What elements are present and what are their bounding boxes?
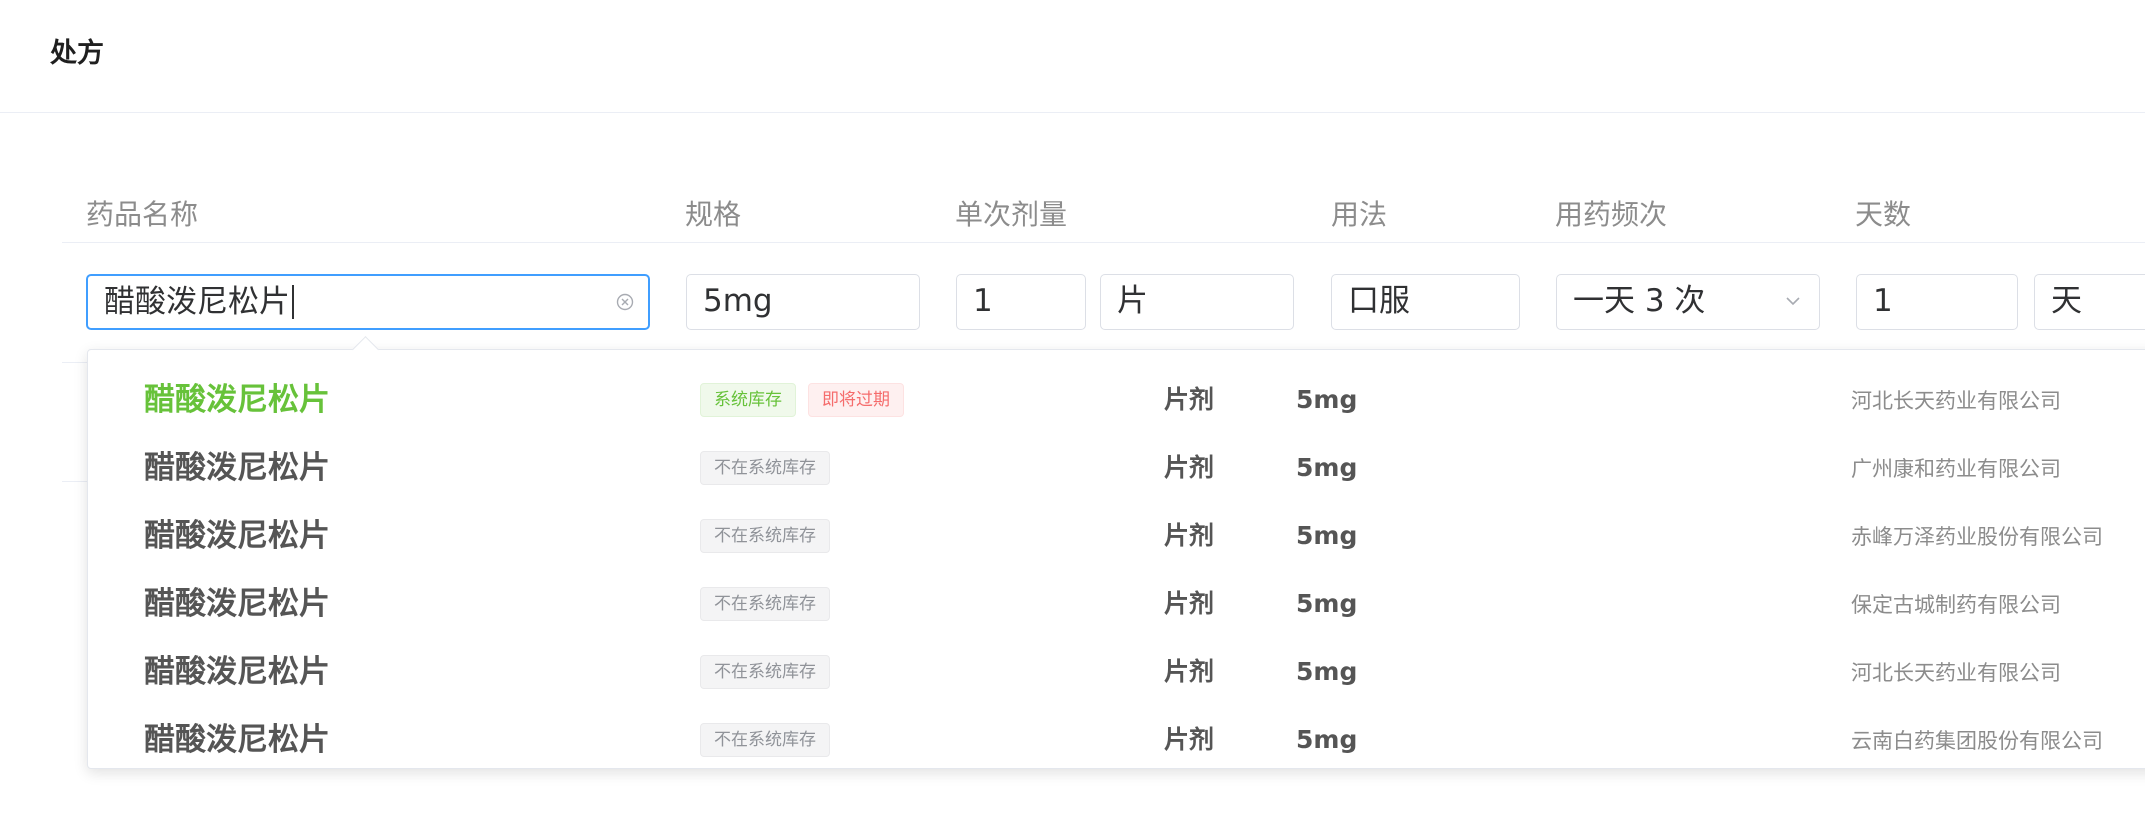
option-manufacturer: 广州康和药业有限公司 [1851, 457, 2061, 481]
dose-unit-input[interactable]: 片 [1100, 274, 1294, 330]
dropdown-option[interactable]: 醋酸泼尼松片 不在系统库存 片剂 5mg 保定古城制药有限公司 [88, 571, 2145, 639]
option-stock-tag: 即将过期 [808, 383, 904, 417]
spec-input[interactable]: 5mg [686, 274, 920, 330]
column-header-days: 天数 [1855, 198, 1912, 231]
chevron-down-icon [1786, 297, 1800, 306]
option-drug-name: 醋酸泼尼松片 [144, 722, 330, 758]
option-manufacturer: 河北长天药业有限公司 [1851, 661, 2061, 685]
dose-value-input[interactable]: 1 [956, 274, 1086, 330]
option-stock-tag: 不在系统库存 [700, 451, 830, 485]
option-drug-name: 醋酸泼尼松片 [144, 654, 330, 690]
drug-name-input-value: 醋酸泼尼松片 [104, 284, 290, 320]
option-drug-name: 醋酸泼尼松片 [144, 518, 330, 554]
option-spec: 5mg [1296, 589, 1358, 618]
option-spec: 5mg [1296, 725, 1358, 754]
prescription-page: 处方 药品名称 规格 单次剂量 用法 用药频次 天数 醋酸泼尼松片 5mg 1 … [0, 0, 2145, 839]
days-unit-input-value: 天 [2051, 283, 2082, 319]
option-spec: 5mg [1296, 453, 1358, 482]
option-stock-tag: 不在系统库存 [700, 723, 830, 757]
option-drug-name: 醋酸泼尼松片 [144, 382, 330, 418]
column-header-frequency: 用药频次 [1555, 198, 1668, 231]
option-stock-tag: 不在系统库存 [700, 655, 830, 689]
option-manufacturer: 河北长天药业有限公司 [1851, 389, 2061, 413]
option-dosage-form: 片剂 [1164, 453, 1215, 482]
option-drug-name: 醋酸泼尼松片 [144, 450, 330, 486]
header-divider [62, 242, 2145, 243]
usage-input-value: 口服 [1348, 283, 1410, 319]
dropdown-option[interactable]: 醋酸泼尼松片 不在系统库存 片剂 5mg 河北长天药业有限公司 [88, 639, 2145, 707]
page-title: 处方 [50, 38, 104, 69]
frequency-select[interactable]: 一天 3 次 [1556, 274, 1820, 330]
column-header-usage: 用法 [1331, 198, 1388, 231]
option-stock-tag: 系统库存 [700, 383, 796, 417]
column-header-drug-name: 药品名称 [86, 198, 199, 231]
dose-value-input-value: 1 [973, 283, 993, 319]
option-stock-tag: 不在系统库存 [700, 519, 830, 553]
option-drug-name: 醋酸泼尼松片 [144, 586, 330, 622]
days-unit-input[interactable]: 天 [2034, 274, 2145, 330]
days-value-input[interactable]: 1 [1856, 274, 2018, 330]
option-manufacturer: 保定古城制药有限公司 [1851, 593, 2061, 617]
text-caret [292, 284, 294, 319]
page-header: 处方 [0, 0, 2145, 113]
option-dosage-form: 片剂 [1164, 521, 1215, 550]
option-manufacturer: 赤峰万泽药业股份有限公司 [1851, 525, 2103, 549]
dropdown-option[interactable]: 醋酸泼尼松片 不在系统库存 片剂 5mg 广州康和药业有限公司 [88, 435, 2145, 503]
dropdown-option[interactable]: 醋酸泼尼松片 不在系统库存 片剂 5mg 赤峰万泽药业股份有限公司 [88, 503, 2145, 571]
column-header-spec: 规格 [685, 198, 742, 231]
option-dosage-form: 片剂 [1164, 385, 1215, 414]
dropdown-option[interactable]: 醋酸泼尼松片 不在系统库存 片剂 5mg 云南白药集团股份有限公司 [88, 707, 2145, 768]
spec-input-value: 5mg [703, 283, 773, 319]
column-header-dose: 单次剂量 [955, 198, 1068, 231]
option-dosage-form: 片剂 [1164, 589, 1215, 618]
option-dosage-form: 片剂 [1164, 657, 1215, 686]
frequency-select-value: 一天 3 次 [1573, 283, 1706, 319]
dropdown-option[interactable]: 醋酸泼尼松片 系统库存 即将过期 片剂 5mg 河北长天药业有限公司 [88, 367, 2145, 435]
drug-name-input[interactable]: 醋酸泼尼松片 [86, 274, 650, 330]
option-dosage-form: 片剂 [1164, 725, 1215, 754]
option-spec: 5mg [1296, 521, 1358, 550]
clear-icon[interactable] [616, 293, 634, 311]
dose-unit-input-value: 片 [1117, 283, 1148, 319]
option-spec: 5mg [1296, 385, 1358, 414]
drug-suggestion-dropdown: 醋酸泼尼松片 系统库存 即将过期 片剂 5mg 河北长天药业有限公司 醋酸泼尼松片 不在系统库… [87, 349, 2145, 769]
option-stock-tag: 不在系统库存 [700, 587, 830, 621]
usage-input[interactable]: 口服 [1331, 274, 1520, 330]
option-manufacturer: 云南白药集团股份有限公司 [1851, 729, 2103, 753]
option-spec: 5mg [1296, 657, 1358, 686]
days-value-input-value: 1 [1873, 283, 1893, 319]
